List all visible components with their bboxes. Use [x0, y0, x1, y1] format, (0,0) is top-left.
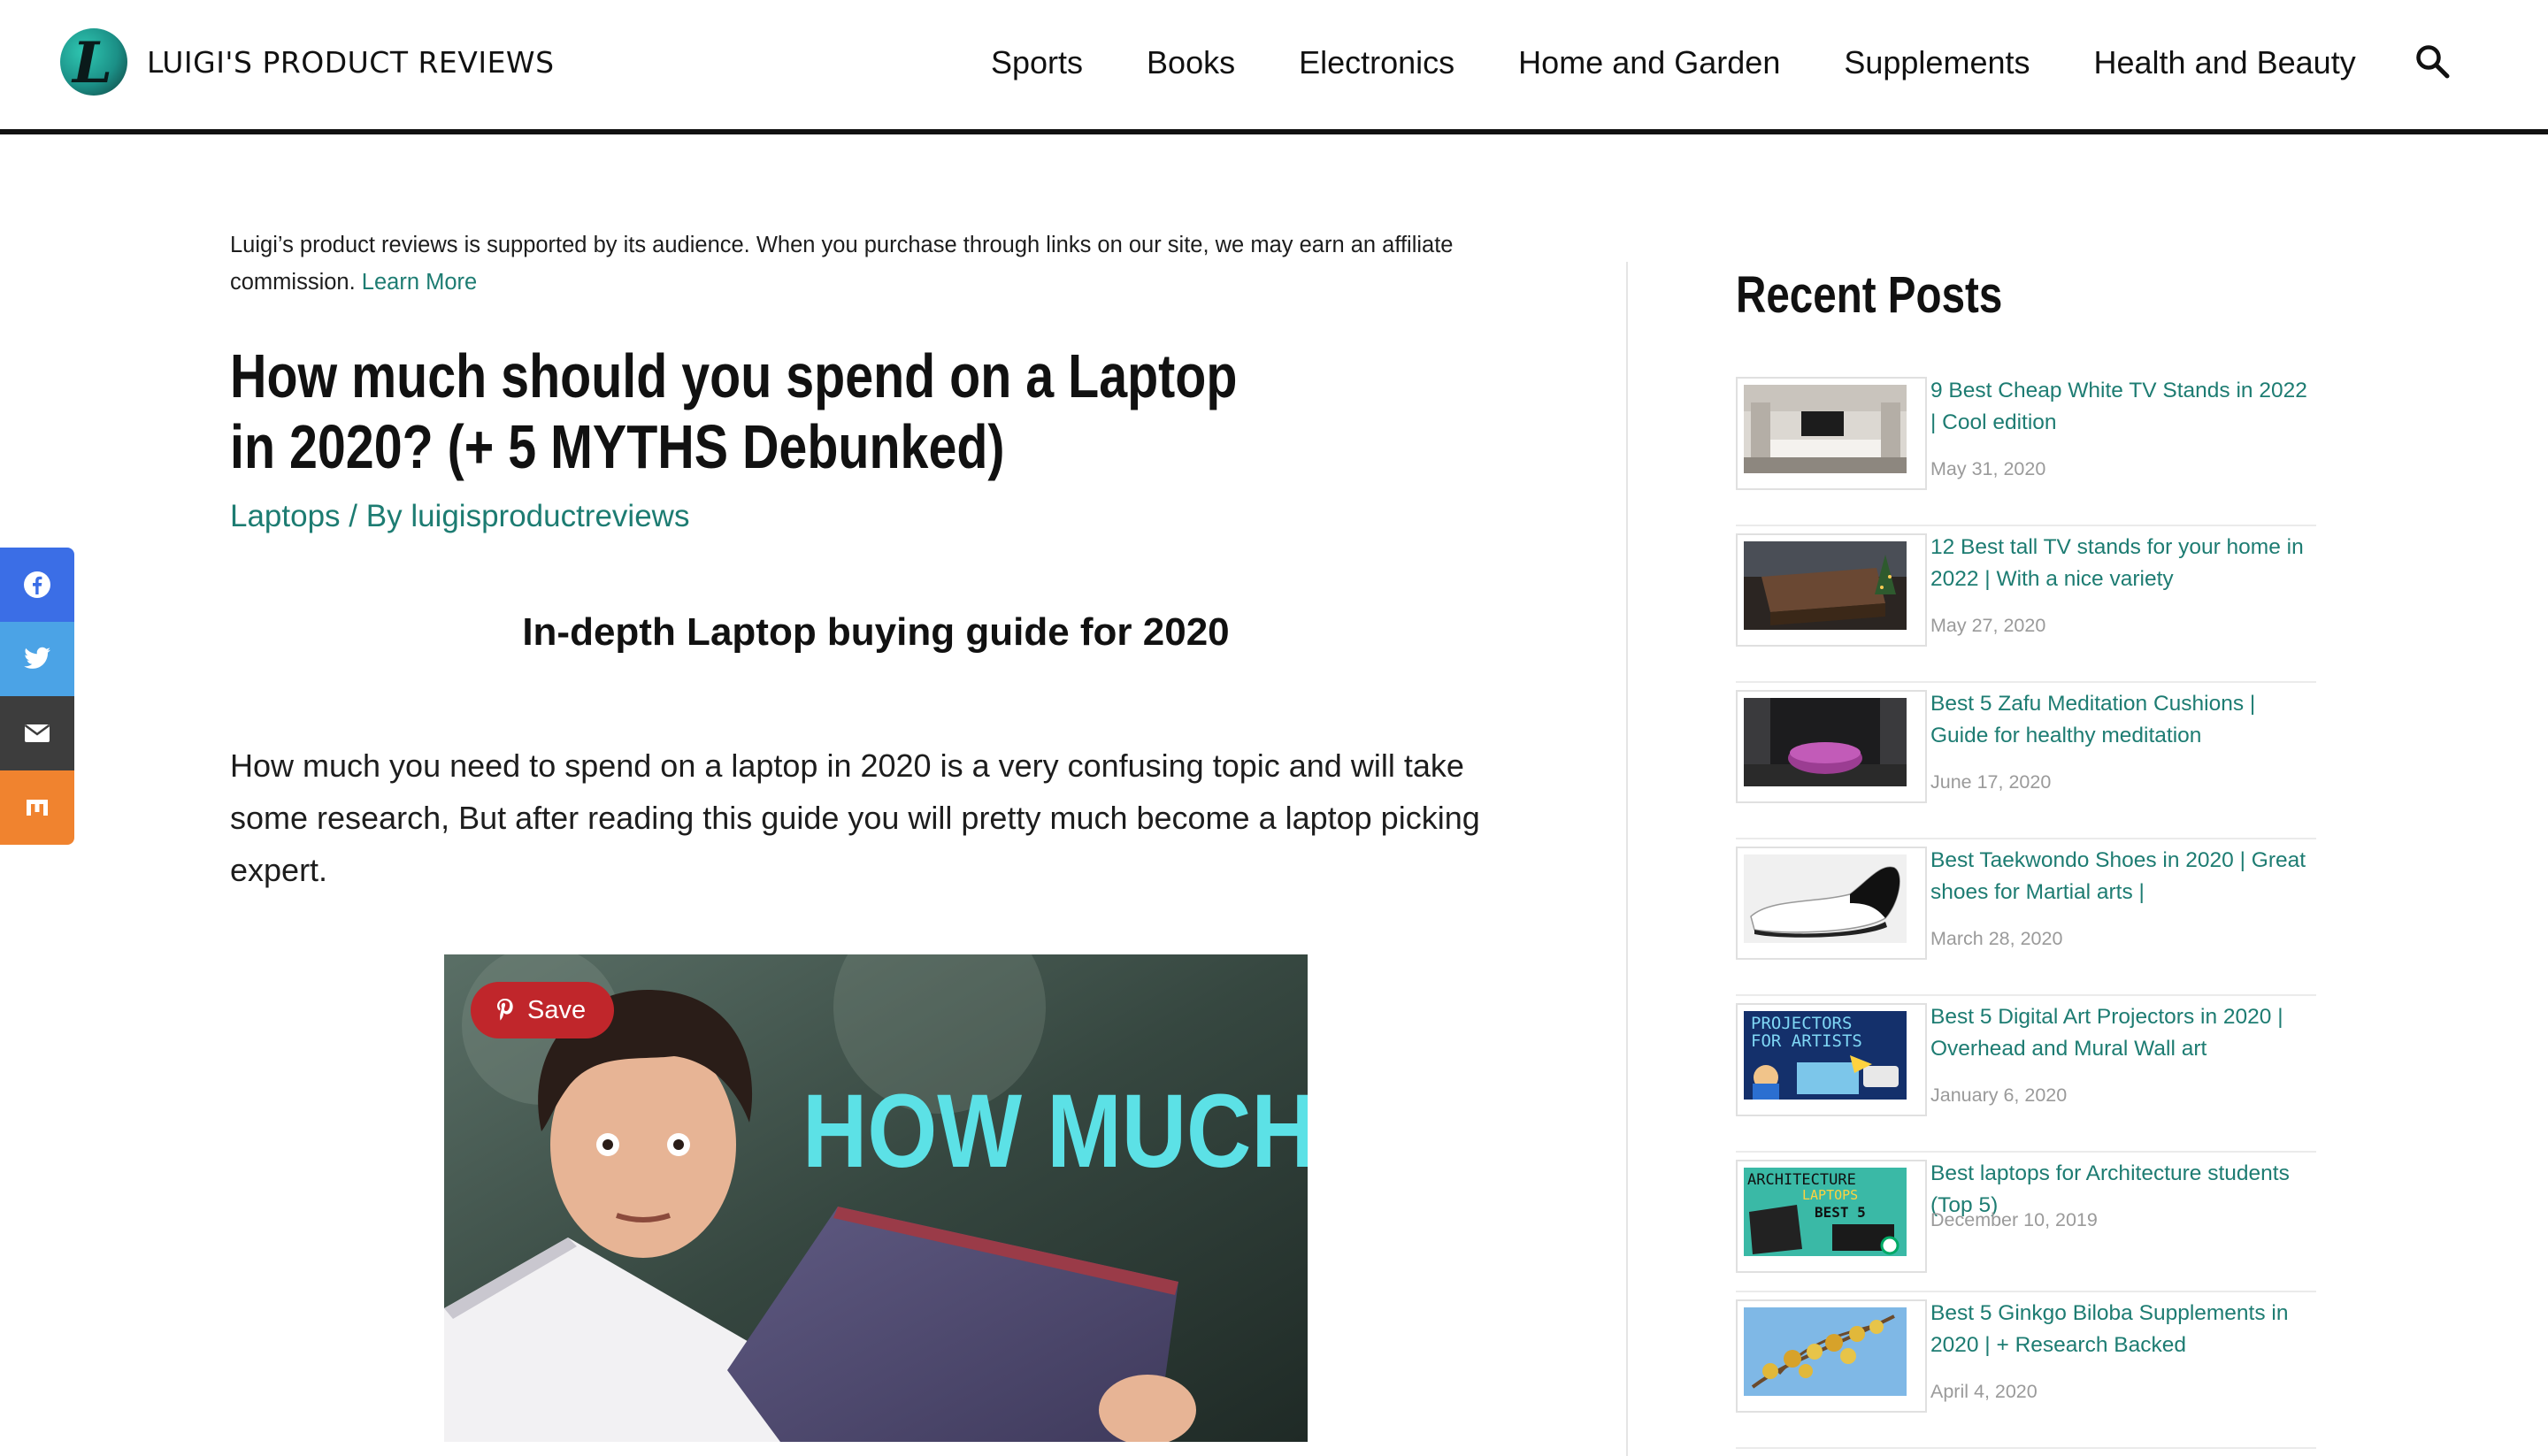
post-thumbnail[interactable]: ARCHITECTURE LAPTOPS BEST 5: [1736, 1160, 1927, 1273]
mix-icon: [27, 800, 48, 816]
search-icon[interactable]: [2414, 42, 2452, 81]
pinterest-icon: [497, 999, 513, 1021]
post-date: December 10, 2019: [1930, 1209, 2098, 1230]
post-thumbnail[interactable]: [1736, 533, 1927, 647]
article-meta: Laptops / By luigisproductreviews: [230, 499, 689, 534]
post-date: March 28, 2020: [1930, 928, 2063, 949]
share-twitter-button[interactable]: [0, 622, 74, 696]
recent-post-item: 9 Best Cheap White TV Stands in 2022 | C…: [1736, 370, 2316, 526]
share-mix-button[interactable]: [0, 770, 74, 845]
thumb-text: BEST 5: [1815, 1204, 1866, 1221]
recent-posts-title: Recent Posts: [1736, 266, 2003, 324]
thumb-text: FOR ARTISTS: [1751, 1031, 1862, 1051]
site-logo[interactable]: LUIGI'S PRODUCT REVIEWS: [60, 27, 554, 97]
hero-image[interactable]: HOW MUCH?! Save: [444, 954, 1308, 1442]
post-title-link[interactable]: Best 5 Ginkgo Biloba Supplements in 2020…: [1930, 1298, 2316, 1361]
recent-post-item: 12 Best tall TV stands for your home in …: [1736, 526, 2316, 683]
post-thumbnail[interactable]: [1736, 1299, 1927, 1413]
post-title-link[interactable]: Best 5 Digital Art Projectors in 2020 | …: [1930, 1001, 2316, 1065]
nav-item-home-and-garden[interactable]: Home and Garden: [1518, 44, 1780, 81]
nav-item-books[interactable]: Books: [1147, 44, 1235, 81]
post-date: May 31, 2020: [1930, 458, 2046, 479]
learn-more-link[interactable]: Learn More: [362, 270, 477, 295]
share-facebook-button[interactable]: [0, 548, 74, 622]
recent-post-item: PROJECTORS FOR ARTISTS Best 5 Digital Ar…: [1736, 996, 2316, 1153]
recent-posts-list: 9 Best Cheap White TV Stands in 2022 | C…: [1736, 370, 2316, 1449]
thumb-text: PROJECTORS: [1751, 1014, 1852, 1033]
post-thumbnail[interactable]: PROJECTORS FOR ARTISTS: [1736, 1003, 1927, 1116]
nav-item-electronics[interactable]: Electronics: [1299, 44, 1454, 81]
post-date: June 17, 2020: [1930, 771, 2052, 793]
post-title-link[interactable]: 12 Best tall TV stands for your home in …: [1930, 532, 2316, 595]
category-link[interactable]: Laptops: [230, 499, 341, 533]
post-date: January 6, 2020: [1930, 1084, 2068, 1106]
save-label: Save: [527, 995, 587, 1024]
post-thumbnail[interactable]: [1736, 690, 1927, 803]
share-email-button[interactable]: [0, 696, 74, 770]
logo-icon: [60, 28, 127, 96]
post-title-link[interactable]: Best 5 Zafu Meditation Cushions | Guide …: [1930, 688, 2316, 752]
recent-post-item: Best 5 Ginkgo Biloba Supplements in 2020…: [1736, 1292, 2316, 1449]
thumb-text: ARCHITECTURE: [1747, 1171, 1856, 1189]
post-thumbnail[interactable]: [1736, 847, 1927, 960]
main-nav: Sports Books Electronics Home and Garden…: [991, 35, 2420, 90]
post-date: April 4, 2020: [1930, 1381, 2038, 1402]
recent-post-item: Best Taekwondo Shoes in 2020 | Great sho…: [1736, 839, 2316, 996]
article-title: How much should you spend on a Laptop in…: [230, 341, 1238, 481]
affiliate-disclosure: Luigi’s product reviews is supported by …: [230, 226, 1486, 301]
recent-post-item: ARCHITECTURE LAPTOPS BEST 5 Best laptops…: [1736, 1153, 2316, 1292]
pinterest-save-button[interactable]: Save: [471, 982, 615, 1038]
hero-overlay-text: HOW MUCH?!: [802, 1073, 1308, 1190]
nav-item-supplements[interactable]: Supplements: [1844, 44, 2030, 81]
social-share-bar: [0, 548, 74, 845]
nav-item-health-and-beauty[interactable]: Health and Beauty: [2094, 44, 2356, 81]
twitter-icon: [24, 647, 50, 669]
site-name: LUIGI'S PRODUCT REVIEWS: [147, 44, 555, 80]
article-subtitle: In-depth Laptop buying guide for 2020: [522, 610, 1230, 654]
post-title-link[interactable]: 9 Best Cheap White TV Stands in 2022 | C…: [1930, 375, 2316, 439]
author-link[interactable]: luigisproductreviews: [411, 499, 689, 533]
nav-item-sports[interactable]: Sports: [991, 44, 1083, 81]
recent-post-item: Best 5 Zafu Meditation Cushions | Guide …: [1736, 683, 2316, 839]
post-title-link[interactable]: Best Taekwondo Shoes in 2020 | Great sho…: [1930, 845, 2316, 908]
post-date: May 27, 2020: [1930, 615, 2046, 636]
email-icon: [24, 724, 50, 742]
site-header: LUIGI'S PRODUCT REVIEWS Sports Books Ele…: [0, 0, 2548, 134]
thumb-text: LAPTOPS: [1802, 1187, 1858, 1203]
facebook-icon: [24, 571, 50, 598]
post-thumbnail[interactable]: [1736, 377, 1927, 490]
column-divider: [1626, 262, 1628, 1456]
by-text: / By: [340, 499, 411, 533]
article-intro: How much you need to spend on a laptop i…: [230, 747, 1480, 888]
